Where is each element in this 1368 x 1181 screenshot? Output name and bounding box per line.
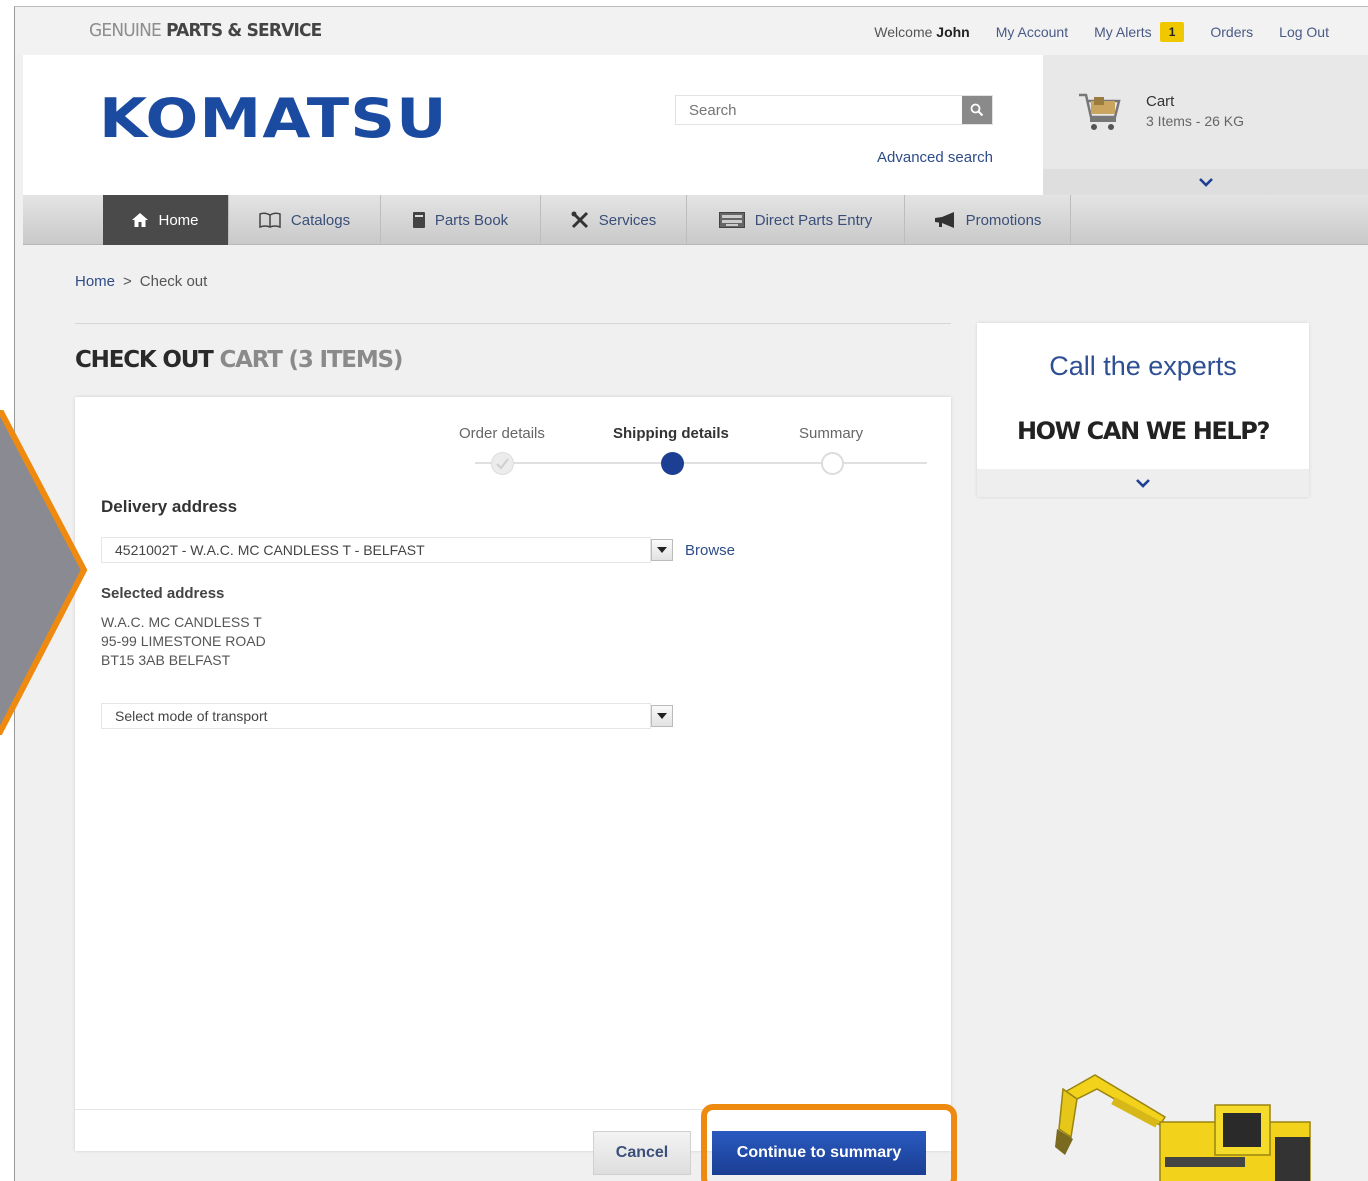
- selected-address: W.A.C. MC CANDLESS T 95-99 LIMESTONE ROA…: [101, 613, 266, 670]
- checkout-steps: Order details Shipping details Summary: [75, 397, 951, 477]
- title-divider: [75, 323, 951, 324]
- delivery-address-value: 4521002T - W.A.C. MC CANDLESS T - BELFAS…: [115, 542, 425, 558]
- address-line-3: BT15 3AB BELFAST: [101, 652, 231, 668]
- megaphone-icon: [934, 212, 956, 228]
- nav-direct-parts-entry[interactable]: Direct Parts Entry: [687, 195, 905, 245]
- user-name: John: [936, 24, 970, 40]
- cart-title: Cart: [1146, 93, 1175, 110]
- step-summary: Summary: [799, 425, 864, 442]
- chevron-down-icon: [1136, 479, 1150, 488]
- nav-catalogs-label: Catalogs: [290, 211, 351, 229]
- breadcrumb-current: Check out: [139, 273, 208, 290]
- call-experts-text: Call the experts: [1049, 351, 1237, 381]
- nav-services-label: Services: [598, 211, 657, 229]
- triangle-down-icon: [657, 713, 667, 719]
- step-done-indicator: [491, 452, 514, 475]
- nav-home-label: Home: [158, 211, 199, 229]
- breadcrumb-separator: >: [123, 273, 132, 290]
- page-title: CHECK OUT CART (3 ITEMS): [75, 347, 403, 373]
- cancel-button[interactable]: Cancel: [593, 1131, 691, 1175]
- logout-link[interactable]: Log Out: [1279, 24, 1329, 40]
- continue-button-highlight: [701, 1104, 957, 1181]
- account-links: Welcome John My Account My Alerts 1 Orde…: [848, 22, 1329, 42]
- browser-page: GENUINE PARTS & SERVICE Welcome John My …: [14, 6, 1368, 1181]
- open-book-icon: [259, 212, 281, 228]
- steps-track: [475, 462, 927, 464]
- page-title-main: CHECK OUT: [75, 347, 214, 373]
- orders-link[interactable]: Orders: [1210, 24, 1253, 40]
- triangle-down-icon: [657, 547, 667, 553]
- transport-mode-select[interactable]: Select mode of transport: [101, 703, 651, 729]
- step-shipping-details: Shipping details: [613, 425, 729, 442]
- selected-address-label: Selected address: [101, 585, 225, 602]
- my-alerts-label[interactable]: My Alerts: [1094, 24, 1152, 40]
- alerts-count-badge[interactable]: 1: [1159, 22, 1185, 42]
- header: KOMATSU Advanced search: [23, 55, 1043, 195]
- delivery-address-label: Delivery address: [101, 497, 238, 516]
- page-title-sub: CART (3 ITEMS): [219, 347, 403, 373]
- nav-parts-book[interactable]: Parts Book: [381, 195, 541, 245]
- my-alerts-link[interactable]: My Alerts 1: [1094, 22, 1185, 42]
- tools-icon: [571, 211, 589, 229]
- book-icon: [412, 212, 425, 228]
- genuine-parts-brand: GENUINE PARTS & SERVICE: [89, 20, 322, 42]
- help-expand-toggle[interactable]: [977, 469, 1309, 497]
- nav-services[interactable]: Services: [541, 195, 687, 245]
- shopping-cart-icon: [1079, 93, 1121, 130]
- address-line-1: W.A.C. MC CANDLESS T: [101, 614, 262, 630]
- welcome-prefix: Welcome: [874, 24, 933, 40]
- breadcrumb-home[interactable]: Home: [75, 273, 115, 290]
- checkmark-icon: [496, 458, 509, 470]
- nav-promotions-label: Promotions: [965, 211, 1042, 229]
- browse-link[interactable]: Browse: [685, 542, 735, 559]
- welcome-text: Welcome John: [874, 24, 969, 40]
- step-current-indicator: [661, 452, 684, 475]
- keyboard-icon: [718, 212, 745, 228]
- cart-summary: 3 Items - 26 KG: [1146, 113, 1245, 129]
- brand-genuine-text: GENUINE: [89, 20, 162, 42]
- magnifier-icon: [970, 103, 984, 117]
- komatsu-logo[interactable]: KOMATSU: [99, 87, 448, 150]
- search-button[interactable]: [962, 96, 992, 124]
- nav-promotions[interactable]: Promotions: [905, 195, 1071, 245]
- brand-parts-text: PARTS & SERVICE: [166, 20, 322, 42]
- search-input[interactable]: [676, 96, 962, 124]
- callout-arrow: [0, 410, 88, 735]
- how-can-we-help-heading: HOW CAN WE HELP?: [1016, 417, 1270, 445]
- transport-mode-value: Select mode of transport: [115, 708, 268, 724]
- cart-widget[interactable]: Cart 3 Items - 26 KG: [1043, 55, 1368, 195]
- my-account-link[interactable]: My Account: [996, 24, 1068, 40]
- advanced-search-link[interactable]: Advanced search: [877, 149, 993, 166]
- help-panel: Call the experts HOW CAN WE HELP?: [977, 323, 1309, 497]
- checkout-panel: Order details Shipping details Summary D…: [75, 397, 951, 1151]
- excavator-image: [1055, 1074, 1311, 1181]
- chevron-down-icon: [1199, 178, 1213, 187]
- step-order-details[interactable]: Order details: [459, 425, 545, 442]
- cart-expand-toggle[interactable]: [1043, 169, 1368, 195]
- breadcrumb: Home > Check out: [75, 273, 207, 290]
- home-icon: [132, 213, 149, 227]
- nav-parts-book-label: Parts Book: [434, 211, 509, 229]
- delivery-address-select[interactable]: 4521002T - W.A.C. MC CANDLESS T - BELFAS…: [101, 537, 651, 563]
- transport-mode-dropdown-button[interactable]: [651, 705, 673, 727]
- step-todo-indicator: [821, 452, 844, 475]
- search-box: [675, 95, 993, 125]
- delivery-address-dropdown-button[interactable]: [651, 539, 673, 561]
- top-bar: GENUINE PARTS & SERVICE Welcome John My …: [15, 7, 1368, 55]
- nav-direct-parts-entry-label: Direct Parts Entry: [754, 211, 873, 229]
- nav-home[interactable]: Home: [103, 195, 229, 245]
- address-line-2: 95-99 LIMESTONE ROAD: [101, 633, 266, 649]
- nav-catalogs[interactable]: Catalogs: [229, 195, 381, 245]
- main-nav: Home Catalogs Parts Book Services Direct…: [23, 195, 1368, 245]
